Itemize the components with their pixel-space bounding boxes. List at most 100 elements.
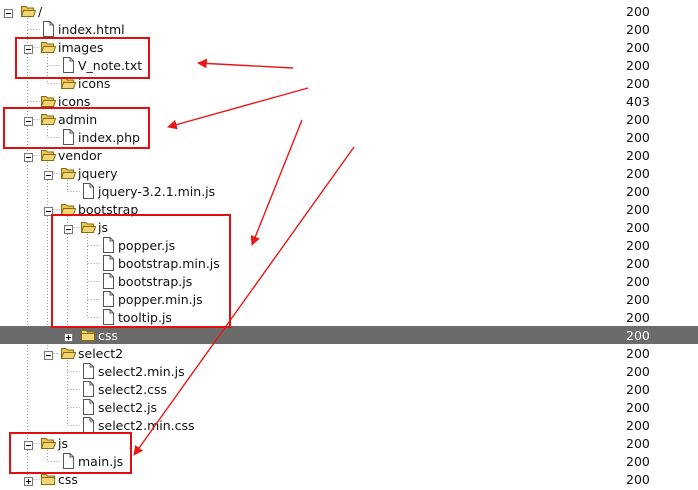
- tree-row-status: 200: [626, 76, 650, 91]
- collapse-toggle-icon[interactable]: [24, 42, 33, 54]
- file-icon: [60, 57, 76, 73]
- collapse-toggle-icon[interactable]: [24, 438, 33, 450]
- tree-row[interactable]: tooltip.js 200: [0, 308, 698, 326]
- tree-row[interactable]: V_note.txt 200: [0, 56, 698, 74]
- expand-toggle-icon[interactable]: [64, 330, 73, 342]
- tree-row-status: 200: [626, 364, 650, 379]
- collapse-toggle-icon[interactable]: [64, 222, 73, 234]
- collapse-toggle-icon[interactable]: [44, 348, 53, 360]
- tree-row[interactable]: js 200: [0, 218, 698, 236]
- tree-row-label: V_note.txt: [78, 58, 143, 73]
- expand-toggle-icon[interactable]: [24, 474, 33, 486]
- tree-row-status: 200: [626, 472, 650, 487]
- tree-row-label: css: [98, 328, 118, 343]
- file-icon: [40, 21, 56, 37]
- tree-row-label: select2.js: [98, 400, 158, 415]
- tree-row-label: select2.min.css: [98, 418, 195, 433]
- collapse-toggle-icon[interactable]: [44, 168, 53, 180]
- tree-row[interactable]: css 200: [0, 470, 698, 488]
- file-icon: [80, 363, 96, 379]
- tree-row[interactable]: vendor 200: [0, 146, 698, 164]
- file-icon: [100, 273, 116, 289]
- tree-row[interactable]: index.php 200: [0, 128, 698, 146]
- folder-open-icon: [60, 165, 77, 181]
- tree-row-status: 200: [626, 328, 650, 343]
- tree-row-label: admin: [58, 112, 98, 127]
- tree-row-status: 200: [626, 256, 650, 271]
- folder-open-icon: [20, 3, 37, 19]
- tree-row[interactable]: icons 200: [0, 74, 698, 92]
- tree-row[interactable]: icons 403: [0, 92, 698, 110]
- file-icon: [80, 381, 96, 397]
- tree-row-label: tooltip.js: [118, 310, 172, 325]
- tree-row[interactable]: main.js 200: [0, 452, 698, 470]
- folder-open-icon: [40, 111, 57, 127]
- tree-row[interactable]: select2 200: [0, 344, 698, 362]
- tree-row-status: 200: [626, 202, 650, 217]
- folder-open-icon: [60, 345, 77, 361]
- tree-row[interactable]: jquery 200: [0, 164, 698, 182]
- file-icon: [60, 129, 76, 145]
- tree-row[interactable]: bootstrap.min.js 200: [0, 254, 698, 272]
- collapse-toggle-icon[interactable]: [44, 204, 53, 216]
- folder-open-icon: [60, 75, 77, 91]
- tree-row[interactable]: jquery-3.2.1.min.js 200: [0, 182, 698, 200]
- collapse-toggle-icon[interactable]: [4, 6, 13, 18]
- tree-row-status: 200: [626, 382, 650, 397]
- folder-open-icon: [40, 39, 57, 55]
- tree-row[interactable]: select2.min.js 200: [0, 362, 698, 380]
- tree-row-status: 200: [626, 184, 650, 199]
- file-icon: [80, 183, 96, 199]
- tree-row-status: 200: [626, 400, 650, 415]
- folder-closed-icon: [80, 327, 96, 343]
- tree-row-status: 200: [626, 22, 650, 37]
- tree-row[interactable]: bootstrap.js 200: [0, 272, 698, 290]
- tree-row[interactable]: css 200: [0, 326, 698, 344]
- tree-row-status: 200: [626, 436, 650, 451]
- tree-row[interactable]: select2.js 200: [0, 398, 698, 416]
- tree-row-status: 200: [626, 310, 650, 325]
- tree-row-label: js: [58, 436, 68, 451]
- file-icon: [100, 255, 116, 271]
- tree-row[interactable]: select2.css 200: [0, 380, 698, 398]
- tree-row[interactable]: js 200: [0, 434, 698, 452]
- tree-row-label: js: [98, 220, 108, 235]
- tree-row-label: popper.min.js: [118, 292, 203, 307]
- file-icon: [60, 453, 76, 469]
- file-tree: /200 index.html 200 images 200 V_note.txt 200 i…: [0, 0, 698, 489]
- tree-row-label: css: [58, 472, 78, 487]
- collapse-toggle-icon[interactable]: [24, 150, 33, 162]
- tree-row-label: select2.min.js: [98, 364, 185, 379]
- tree-row[interactable]: index.html 200: [0, 20, 698, 38]
- tree-row-label: index.php: [78, 130, 140, 145]
- tree-row-label: select2.css: [98, 382, 167, 397]
- tree-row[interactable]: images 200: [0, 38, 698, 56]
- file-icon: [80, 417, 96, 433]
- tree-row[interactable]: admin 200: [0, 110, 698, 128]
- tree-row[interactable]: / 200: [0, 2, 698, 20]
- tree-row-status: 200: [626, 112, 650, 127]
- folder-open-icon: [40, 435, 57, 451]
- tree-row[interactable]: bootstrap 200: [0, 200, 698, 218]
- tree-row-status: 200: [626, 220, 650, 235]
- tree-row[interactable]: select2.min.css 200: [0, 416, 698, 434]
- folder-open-icon: [40, 93, 57, 109]
- tree-row-status: 200: [626, 166, 650, 181]
- tree-row-label: bootstrap: [78, 202, 139, 217]
- tree-row-label: main.js: [78, 454, 124, 469]
- tree-row-status: 200: [626, 130, 650, 145]
- tree-row-status: 200: [626, 418, 650, 433]
- tree-row-label: popper.js: [118, 238, 176, 253]
- tree-row-label: bootstrap.min.js: [118, 256, 220, 271]
- tree-row[interactable]: popper.min.js 200: [0, 290, 698, 308]
- tree-row-label: icons: [78, 76, 111, 91]
- file-icon: [100, 309, 116, 325]
- file-icon: [80, 399, 96, 415]
- tree-row-label: images: [58, 40, 104, 55]
- tree-row-status: 200: [626, 40, 650, 55]
- folder-open-icon: [40, 147, 57, 163]
- collapse-toggle-icon[interactable]: [24, 114, 33, 126]
- tree-row-status: 200: [626, 238, 650, 253]
- tree-row-status: 200: [626, 4, 650, 19]
- tree-row[interactable]: popper.js 200: [0, 236, 698, 254]
